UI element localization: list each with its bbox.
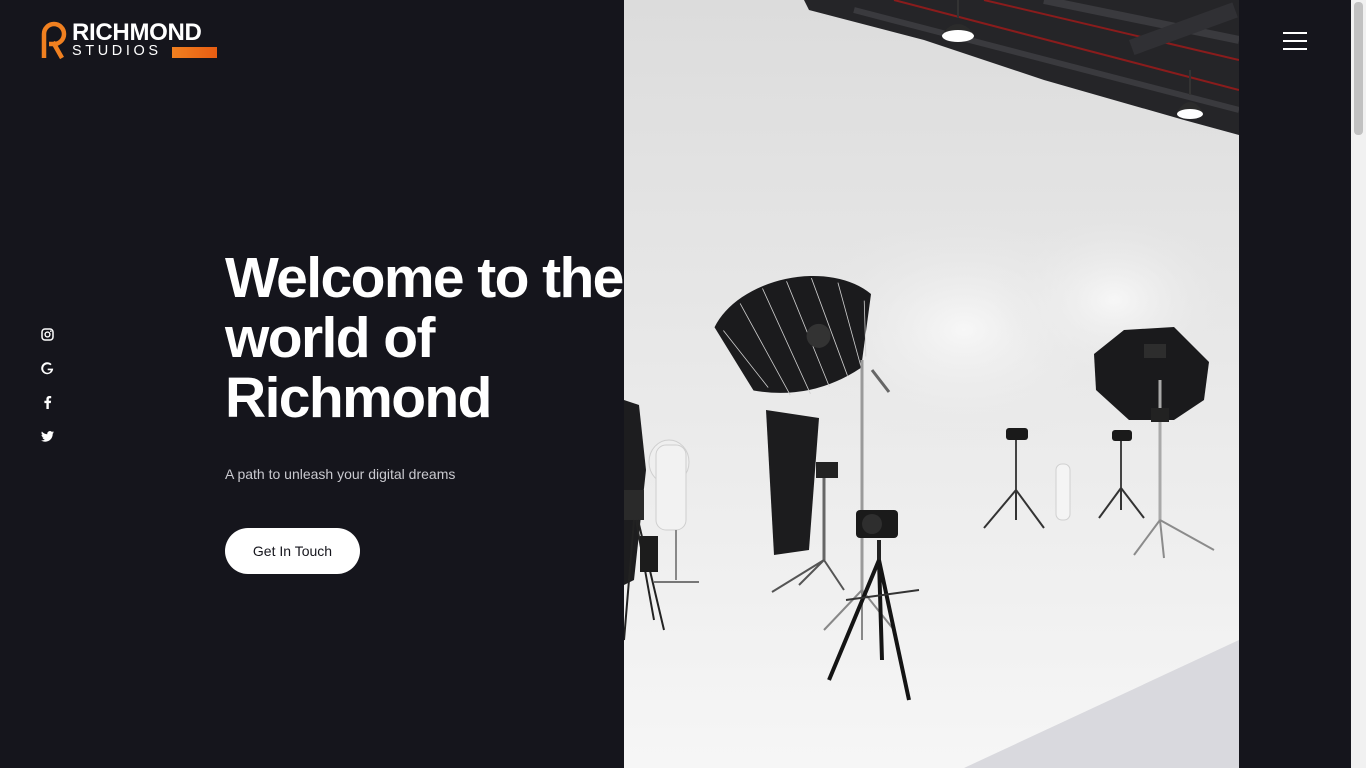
google-link[interactable] bbox=[39, 360, 55, 376]
hero-title: Welcome to the world of Richmond bbox=[225, 248, 645, 428]
menu-line bbox=[1283, 48, 1307, 50]
google-icon bbox=[40, 361, 53, 374]
page-scrollbar[interactable] bbox=[1351, 0, 1366, 768]
hero-subtitle: A path to unleash your digital dreams bbox=[225, 466, 456, 482]
menu-line bbox=[1283, 32, 1307, 34]
studio-photo-illustration bbox=[624, 0, 1239, 768]
brand-logo[interactable]: RICHMOND STUDIOS bbox=[40, 19, 220, 60]
hero-title-line-1: Welcome to the bbox=[225, 246, 624, 310]
twitter-icon bbox=[40, 430, 54, 442]
menu-button[interactable] bbox=[1272, 26, 1318, 56]
menu-line bbox=[1283, 40, 1307, 42]
scrollbar-thumb[interactable] bbox=[1354, 2, 1363, 135]
instagram-icon bbox=[40, 327, 54, 341]
hero-title-line-2: world of bbox=[225, 306, 435, 370]
page: RICHMOND STUDIOS Welcome to the world of… bbox=[0, 0, 1351, 768]
logo-r-mark-icon bbox=[41, 21, 67, 60]
facebook-link[interactable] bbox=[39, 394, 55, 410]
hero-title-line-3: Richmond bbox=[225, 366, 492, 430]
facebook-icon bbox=[43, 395, 51, 409]
brand-name-bottom: STUDIOS bbox=[72, 43, 162, 59]
studio-photo bbox=[624, 0, 1239, 768]
instagram-link[interactable] bbox=[39, 326, 55, 342]
get-in-touch-button[interactable]: Get In Touch bbox=[225, 528, 360, 574]
logo-accent-bar bbox=[172, 47, 217, 58]
twitter-link[interactable] bbox=[39, 428, 55, 444]
